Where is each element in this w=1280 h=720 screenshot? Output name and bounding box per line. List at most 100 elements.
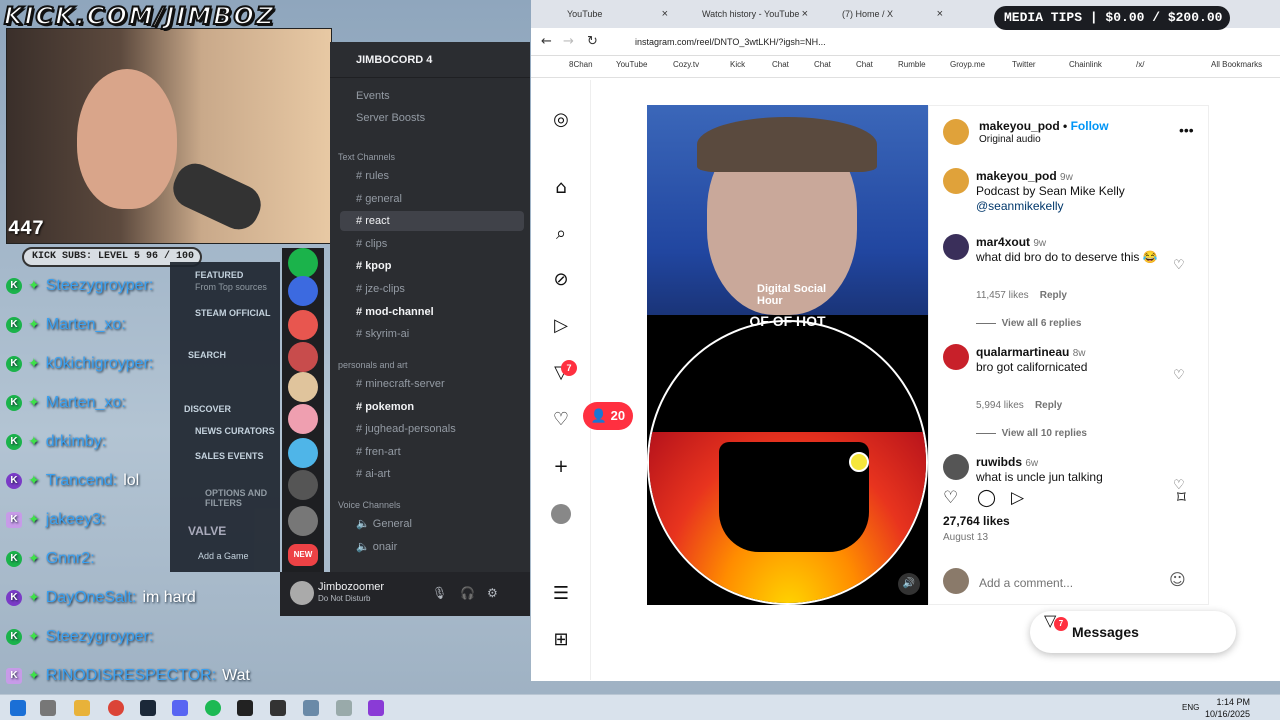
tab-youtube[interactable]: YouTube × — [537, 4, 672, 28]
comment-likes[interactable]: 5,994 likes Reply — [976, 400, 1062, 411]
channel-item[interactable]: # jze-clips — [340, 279, 524, 299]
avatar[interactable] — [943, 234, 969, 260]
chat-username[interactable]: DayOneSalt: — [46, 589, 137, 607]
bookmark-icon[interactable]: ⌑ — [1177, 488, 1186, 508]
avatar[interactable] — [943, 119, 969, 145]
channel-item[interactable]: # minecraft-server — [340, 374, 524, 394]
server-icon[interactable] — [288, 372, 318, 402]
back-icon[interactable]: ← — [541, 34, 552, 49]
like-icon[interactable]: ♡ — [943, 488, 958, 508]
comment-like-icon[interactable]: ♡ — [1173, 258, 1185, 273]
clock[interactable]: 1:14 PM 10/16/2025 — [1205, 696, 1250, 720]
apps-icon[interactable]: ⊞ — [551, 630, 571, 650]
channel-events[interactable]: Events — [340, 86, 524, 106]
bookmark-item[interactable]: Kick — [730, 60, 745, 69]
likes-count[interactable]: 27,764 likes — [943, 514, 1010, 528]
profile-avatar[interactable] — [551, 504, 571, 524]
comment-like-icon[interactable]: ♡ — [1173, 368, 1185, 383]
server-icon[interactable] — [288, 404, 318, 434]
chat-username[interactable]: k0kichigroyper: — [46, 355, 154, 373]
menu-icon[interactable]: ☰ — [551, 584, 571, 604]
app-icon[interactable] — [270, 700, 286, 716]
explore-icon[interactable]: ⊘ — [551, 270, 571, 290]
comment-author[interactable]: qualarmartineau 8w — [976, 345, 1086, 359]
chat-username[interactable]: Trancend: — [46, 472, 117, 490]
volume-icon[interactable]: 🔊 — [898, 573, 920, 595]
tab-x-home[interactable]: (7) Home / X × — [812, 4, 947, 28]
close-icon[interactable]: × — [662, 4, 668, 24]
close-icon[interactable]: × — [802, 4, 808, 24]
gear-icon[interactable]: ⚙ — [487, 586, 498, 600]
channel-item[interactable]: 🔈 onair — [340, 537, 524, 557]
category-personals[interactable]: personals and art — [338, 360, 408, 370]
view-replies[interactable]: —— View all 6 replies — [976, 318, 1081, 329]
mic-icon[interactable]: 🎙 — [432, 586, 447, 600]
chrome-icon[interactable] — [108, 700, 124, 716]
bookmark-item[interactable]: Rumble — [898, 60, 926, 69]
channel-item[interactable]: # rules — [340, 166, 524, 186]
home-icon[interactable]: ⌂ — [551, 178, 571, 198]
channel-item[interactable]: # kpop — [340, 256, 524, 276]
url-field[interactable]: instagram.com/reel/DNTO_3wtLKH/?igsh=NH.… — [613, 32, 863, 52]
app-icon[interactable] — [237, 700, 253, 716]
app-icon[interactable] — [303, 700, 319, 716]
steam-icon[interactable] — [140, 700, 156, 716]
server-icon[interactable] — [288, 470, 318, 500]
heart-icon[interactable]: ♡ — [551, 410, 571, 430]
follow-button[interactable]: Follow — [1071, 119, 1109, 133]
audio-label[interactable]: Original audio — [979, 134, 1041, 145]
reload-icon[interactable]: ↻ — [587, 34, 598, 49]
channel-item[interactable]: # ai-art — [340, 464, 524, 484]
create-icon[interactable]: + — [551, 457, 571, 477]
share-icon[interactable]: ▷ — [1011, 488, 1024, 508]
channel-item[interactable]: # jughead-personals — [340, 419, 524, 439]
discord-icon[interactable] — [172, 700, 188, 716]
avatar[interactable] — [943, 344, 969, 370]
search-icon[interactable]: ⌕ — [551, 224, 571, 244]
channel-item[interactable]: # react — [340, 211, 524, 232]
caption-author[interactable]: makeyou_pod 9w — [976, 169, 1073, 183]
server-icon[interactable] — [288, 310, 318, 340]
file-explorer-icon[interactable] — [74, 700, 90, 716]
avatar[interactable] — [943, 168, 969, 194]
start-icon[interactable] — [10, 700, 26, 716]
channel-item[interactable]: # pokemon — [340, 397, 524, 417]
chat-username[interactable]: Marten_xo: — [46, 316, 126, 334]
headphones-icon[interactable]: 🎧 — [460, 586, 475, 600]
reel-video[interactable]: Digital Social Hour OF OF HOT 🔊 — [647, 105, 928, 605]
post-author[interactable]: makeyou_pod • Follow — [979, 119, 1109, 133]
server-icon[interactable] — [288, 506, 318, 536]
bookmark-item[interactable]: Chat — [814, 60, 831, 69]
bookmark-item[interactable]: Cozy.tv — [673, 60, 699, 69]
chat-username[interactable]: Marten_xo: — [46, 394, 126, 412]
chat-username[interactable]: Gnnr2: — [46, 550, 95, 568]
close-icon[interactable]: × — [937, 4, 943, 24]
channel-item[interactable]: # skyrim-ai — [340, 324, 524, 344]
chat-username[interactable]: jakeey3: — [46, 511, 106, 529]
category-voice[interactable]: Voice Channels — [338, 500, 401, 510]
server-icon[interactable] — [288, 342, 318, 372]
tab-watch-history[interactable]: Watch history - YouTube × — [672, 4, 812, 28]
language-indicator[interactable]: ENG — [1182, 703, 1199, 712]
spotify-icon[interactable] — [205, 700, 221, 716]
bookmark-item[interactable]: YouTube — [616, 60, 647, 69]
bookmark-item[interactable]: Groyp.me — [950, 60, 985, 69]
forward-icon[interactable]: → — [563, 34, 574, 49]
emoji-icon[interactable]: ☺ — [1169, 570, 1186, 589]
comment-author[interactable]: ruwibds 6w — [976, 455, 1038, 469]
task-view-icon[interactable] — [40, 700, 56, 716]
bookmark-item[interactable]: /x/ — [1136, 60, 1144, 69]
notifications-pill[interactable]: 👤 20 — [583, 402, 633, 430]
channel-item[interactable]: 🔈 General — [340, 514, 524, 534]
server-icon[interactable] — [288, 276, 318, 306]
caption-tag[interactable]: @seanmikekelly — [976, 199, 1176, 213]
chat-username[interactable]: Steezygroyper: — [46, 628, 154, 646]
channel-item[interactable]: # clips — [340, 234, 524, 254]
bookmark-item[interactable]: 8Chan — [569, 60, 593, 69]
app-icon[interactable] — [368, 700, 384, 716]
reels-icon[interactable]: ▷ — [551, 316, 571, 336]
server-icon[interactable] — [288, 438, 318, 468]
channel-item[interactable]: # fren-art — [340, 442, 524, 462]
bookmark-item[interactable]: Chat — [772, 60, 789, 69]
server-name[interactable]: JIMBOCORD 4 — [330, 42, 530, 78]
